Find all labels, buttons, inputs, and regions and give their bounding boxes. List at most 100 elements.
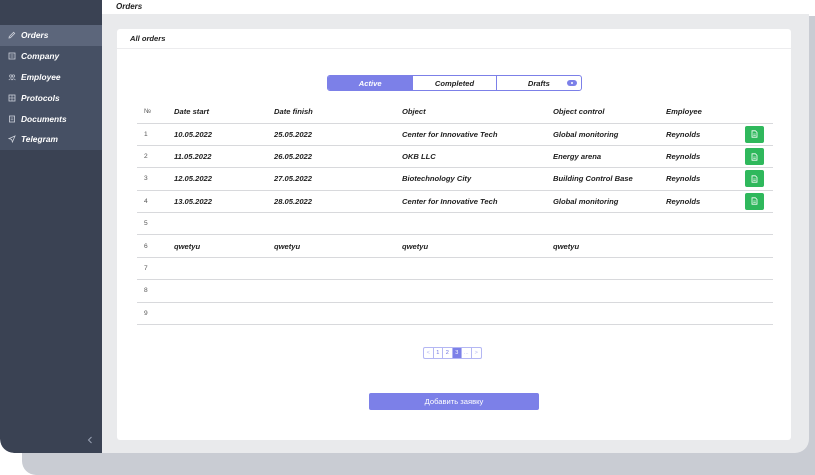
sidebar-item-label: Documents (21, 113, 67, 124)
cell-object-control (553, 302, 666, 326)
table-row[interactable]: 8 (137, 279, 773, 303)
cell-actions (745, 234, 773, 258)
col-object: Object (402, 101, 553, 124)
cell-employee (666, 279, 745, 303)
document-icon (751, 175, 758, 183)
table-row[interactable]: 5 (137, 212, 773, 236)
cell-employee (666, 257, 745, 281)
cell-employee (666, 212, 745, 236)
cell-actions (745, 190, 773, 214)
cell-object: Biotechnology City (402, 167, 553, 191)
sidebar-collapse-button[interactable] (84, 433, 96, 447)
cell-actions (745, 145, 773, 169)
tab-active[interactable]: Active (328, 76, 414, 90)
table-row[interactable]: 4 13.05.2022 28.05.2022 Center for Innovati… (137, 190, 773, 214)
table-body: 1 10.05.2022 25.05.2022 Center for Innovati… (137, 123, 773, 326)
document-icon (7, 114, 17, 124)
cell-object-control: Building Control Base (553, 167, 666, 191)
users-icon (7, 72, 17, 82)
sidebar-item-protocols[interactable]: Protocols (0, 87, 102, 108)
cell-date-start: 10.05.2022 (174, 123, 274, 146)
cell-date-start (174, 279, 274, 303)
cell-employee: Reynolds (666, 123, 745, 146)
sidebar-item-telegram[interactable]: Telegram (0, 129, 102, 150)
col-object-control: Object control (553, 101, 666, 124)
cell-object (402, 257, 553, 281)
next-page-button[interactable]: > (472, 348, 482, 358)
table-row[interactable]: 7 (137, 257, 773, 281)
col-date-start: Date start (174, 101, 274, 124)
cell-employee: Reynolds (666, 145, 745, 169)
cell-object-control: Global monitoring (553, 123, 666, 146)
cell-object (402, 279, 553, 303)
row-number: 9 (137, 302, 174, 326)
cell-actions (745, 302, 773, 326)
table-row[interactable]: 6 qwetyu qwetyu qwetyu qwetyu (137, 234, 773, 258)
cell-date-start: 12.05.2022 (174, 167, 274, 191)
cell-date-finish: 26.05.2022 (274, 145, 402, 169)
card-title: All orders (117, 29, 791, 49)
pagination-ellipsis: ... (462, 348, 472, 358)
cell-date-finish: 27.05.2022 (274, 167, 402, 191)
cell-actions (745, 279, 773, 303)
row-number: 6 (137, 234, 174, 258)
cell-date-finish (274, 279, 402, 303)
chevron-left-icon (87, 436, 92, 444)
cell-date-finish: 28.05.2022 (274, 190, 402, 214)
cell-date-start (174, 257, 274, 281)
row-number: 2 (137, 145, 174, 169)
row-number: 3 (137, 167, 174, 191)
grid-icon (7, 93, 17, 103)
document-icon (751, 130, 758, 138)
table-row[interactable]: 9 (137, 302, 773, 326)
sidebar-item-documents[interactable]: Documents (0, 108, 102, 129)
col-number: № (137, 101, 174, 124)
page-3-button[interactable]: 3 (452, 348, 462, 358)
cell-object: qwetyu (402, 234, 553, 258)
cell-date-start: 11.05.2022 (174, 145, 274, 169)
cell-date-start: qwetyu (174, 234, 274, 258)
add-order-button[interactable]: Добавить заявку (369, 393, 539, 410)
open-document-button[interactable] (745, 192, 764, 210)
cell-date-start (174, 212, 274, 236)
sidebar-item-label: Orders (21, 30, 49, 41)
cell-object (402, 212, 553, 236)
app-window: Orders Company Employee Protocols Documents T… (0, 0, 809, 453)
cell-date-finish (274, 212, 402, 236)
sidebar-item-company[interactable]: Company (0, 46, 102, 67)
prev-page-button[interactable]: < (424, 348, 434, 358)
cell-object-control (553, 257, 666, 281)
cell-object-control: Energy arena (553, 145, 666, 169)
building-icon (7, 51, 17, 61)
cell-date-finish: qwetyu (274, 234, 402, 258)
sidebar-item-employee[interactable]: Employee (0, 67, 102, 88)
tab-completed[interactable]: Completed (413, 76, 497, 90)
topbar: Orders (102, 0, 809, 14)
document-icon (751, 152, 758, 161)
page-1-button[interactable]: 1 (434, 348, 443, 358)
cell-object-control (553, 279, 666, 303)
document-icon (751, 197, 758, 205)
sidebar-item-label: Employee (21, 71, 61, 82)
cell-object: Center for Innovative Tech (402, 190, 553, 214)
col-actions (745, 101, 773, 124)
sidebar-item-orders[interactable]: Orders (0, 25, 102, 46)
row-number: 7 (137, 257, 174, 281)
open-document-button[interactable] (745, 125, 764, 143)
cell-actions (745, 212, 773, 236)
cell-object: OKB LLC (402, 145, 553, 169)
open-document-button[interactable] (745, 148, 764, 166)
sidebar-item-label: Protocols (21, 92, 60, 103)
open-document-button[interactable] (745, 170, 764, 188)
sidebar-nav: Orders Company Employee Protocols Documents T… (0, 25, 102, 150)
table-row[interactable]: 3 12.05.2022 27.05.2022 Biotechnology City B… (137, 167, 773, 191)
table-row[interactable]: 2 11.05.2022 26.05.2022 OKB LLC Energy arena… (137, 145, 773, 169)
table-row[interactable]: 1 10.05.2022 25.05.2022 Center for Innovati… (137, 123, 773, 146)
tab-drafts[interactable]: Drafts (497, 76, 581, 90)
cell-date-finish: 25.05.2022 (274, 123, 402, 146)
drafts-badge (567, 80, 577, 86)
cell-date-start: 13.05.2022 (174, 190, 274, 214)
cell-employee (666, 234, 745, 258)
page-2-button[interactable]: 2 (443, 348, 453, 358)
orders-table: № Date start Date finish Object Object c… (137, 101, 773, 326)
